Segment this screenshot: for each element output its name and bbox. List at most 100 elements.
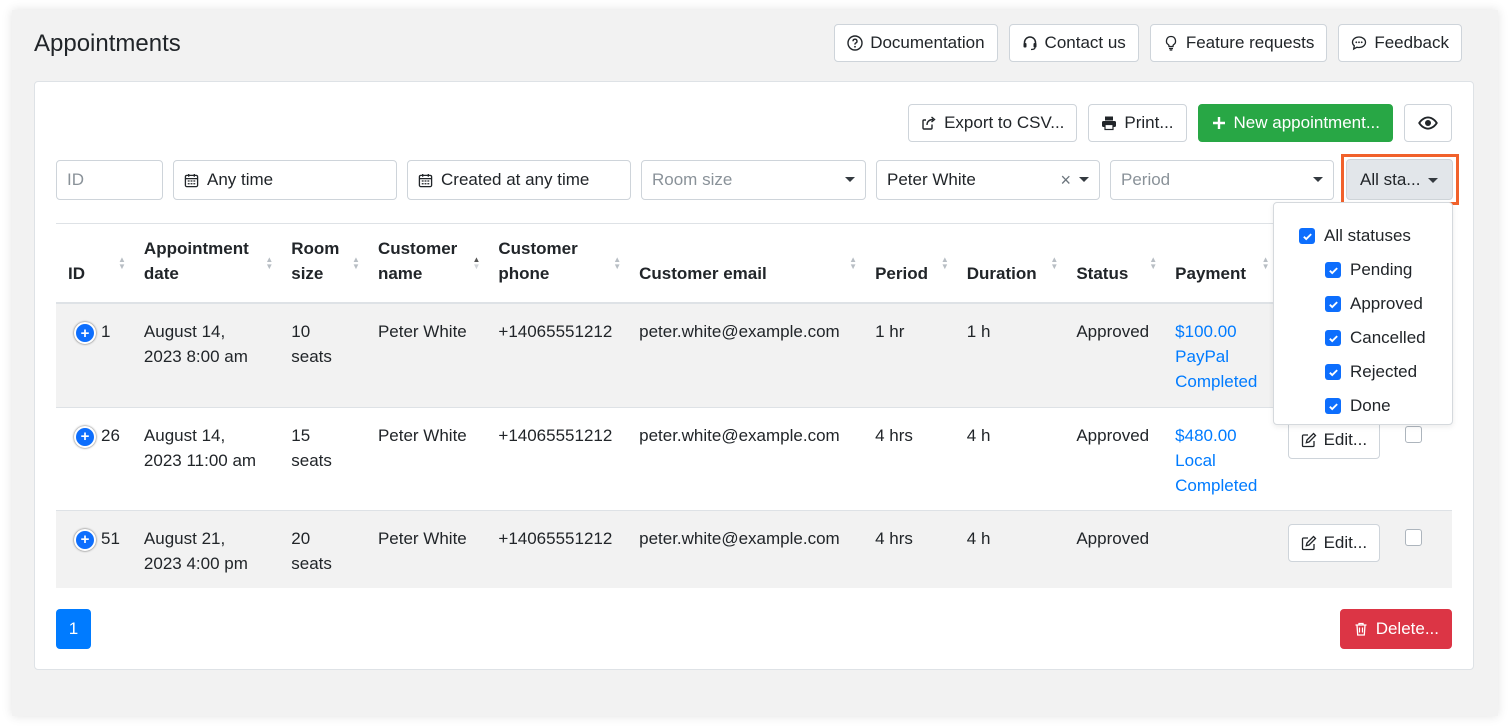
- customer-select-value: Peter White: [887, 170, 976, 189]
- sort-icon: ▲ ▼: [940, 255, 949, 271]
- delete-button[interactable]: Delete...: [1339, 609, 1452, 649]
- sort-icon: ▲ ▼: [352, 255, 360, 271]
- sort-icon: ▲ ▼: [118, 255, 126, 271]
- col-phone-header[interactable]: Customer phone ▲ ▼: [486, 224, 627, 304]
- eye-icon: [1418, 116, 1438, 130]
- calendar-icon: [184, 173, 199, 187]
- status-option-rejected[interactable]: Rejected: [1274, 355, 1452, 389]
- chat-icon: [1352, 36, 1367, 51]
- feature-requests-label: Feature requests: [1185, 33, 1315, 52]
- contact-button[interactable]: Contact us: [1008, 24, 1139, 62]
- new-appointment-button[interactable]: New appointment...: [1197, 104, 1393, 142]
- sort-icon: ▲ ▼: [849, 255, 858, 271]
- duration-cell: 4 h: [966, 425, 991, 445]
- sort-icon: ▲ ▼: [1261, 255, 1270, 271]
- column-visibility-button[interactable]: [1404, 104, 1452, 142]
- plus-icon: [1212, 117, 1225, 129]
- printer-icon: [1102, 116, 1117, 131]
- col-date-header[interactable]: Appointment date ▲ ▼: [132, 224, 279, 304]
- edit-button[interactable]: Edit...: [1287, 420, 1381, 459]
- col-name-header[interactable]: Customer name ▲ ▼: [366, 224, 486, 304]
- sort-icon: ▲ ▼: [1050, 255, 1059, 271]
- page-title: Appointments: [34, 30, 181, 57]
- date-filter-label: Any time: [207, 170, 274, 189]
- id-filter-input[interactable]: ID: [56, 160, 163, 200]
- status-filter-button[interactable]: All sta...: [1346, 159, 1453, 200]
- status-cell: Approved: [1076, 425, 1150, 445]
- feedback-button[interactable]: Feedback: [1338, 24, 1462, 62]
- customer-phone-cell: +14065551212: [498, 528, 613, 548]
- id-filter-placeholder: ID: [67, 170, 84, 189]
- status-option-done[interactable]: Done: [1274, 389, 1452, 423]
- checkbox-checked-icon[interactable]: [1325, 398, 1341, 414]
- date-filter[interactable]: Any time: [173, 160, 397, 200]
- row-select-checkbox[interactable]: [1405, 425, 1423, 443]
- status-option-approved[interactable]: Approved: [1274, 287, 1452, 321]
- checkbox-checked-icon[interactable]: [1325, 364, 1341, 380]
- payment-link[interactable]: $100.00 PayPal Completed: [1163, 303, 1275, 407]
- customer-select[interactable]: Peter White ×: [876, 160, 1100, 200]
- checkbox-checked-icon[interactable]: [1325, 262, 1341, 278]
- payment-link[interactable]: $480.00 Local Completed: [1163, 407, 1275, 510]
- lightbulb-icon: [1165, 35, 1176, 51]
- col-payment-header[interactable]: Payment ▲ ▼: [1163, 224, 1275, 304]
- header-buttons: Documentation Contact us Feature request…: [834, 24, 1462, 62]
- room-size-select[interactable]: Room size: [641, 160, 866, 200]
- feature-requests-button[interactable]: Feature requests: [1149, 24, 1328, 62]
- status-option-cancelled[interactable]: Cancelled: [1274, 321, 1452, 355]
- created-filter[interactable]: Created at any time: [407, 160, 631, 200]
- toolbar: Export to CSV... Print... New appointmen…: [908, 104, 1452, 142]
- row-select-checkbox[interactable]: [1405, 528, 1423, 546]
- table-row: +51 August 21, 2023 4:00 pm 20 seats Peter…: [56, 510, 1452, 588]
- period-cell: 1 hr: [875, 322, 905, 341]
- customer-name-cell: Peter White: [377, 528, 467, 548]
- feedback-label: Feedback: [1374, 33, 1449, 52]
- expand-row-icon[interactable]: +: [74, 528, 96, 551]
- customer-name-cell: Peter White: [377, 425, 467, 445]
- appointments-table: ID ▲ ▼ Appointment date ▲ ▼ Room size ▲ ▼ Custom…: [56, 223, 1452, 588]
- chevron-down-icon: [1428, 178, 1438, 183]
- export-icon: [922, 116, 936, 130]
- appointments-panel: Export to CSV... Print... New appointmen…: [34, 81, 1474, 670]
- documentation-button[interactable]: Documentation: [834, 24, 998, 62]
- export-csv-label: Export to CSV...: [944, 113, 1065, 132]
- period-cell: 4 hrs: [875, 425, 913, 445]
- customer-phone-cell: +14065551212: [498, 322, 613, 341]
- col-email-header[interactable]: Customer email ▲ ▼: [627, 224, 863, 304]
- col-room-header[interactable]: Room size ▲ ▼: [279, 224, 366, 304]
- customer-email-cell: peter.white@example.com: [639, 322, 840, 341]
- status-cell: Approved: [1076, 322, 1150, 341]
- customer-email-cell: peter.white@example.com: [639, 528, 840, 548]
- customer-email-cell: peter.white@example.com: [639, 425, 840, 445]
- room-size-placeholder: Room size: [652, 170, 733, 189]
- status-option-pending[interactable]: Pending: [1274, 253, 1452, 287]
- period-select[interactable]: Period: [1110, 160, 1334, 200]
- col-id-header[interactable]: ID ▲ ▼: [56, 224, 132, 304]
- expand-row-icon[interactable]: +: [74, 322, 96, 344]
- export-csv-button[interactable]: Export to CSV...: [908, 104, 1078, 142]
- sort-icon: ▲ ▼: [1149, 255, 1158, 271]
- question-circle-icon: [847, 35, 863, 51]
- checkbox-checked-icon[interactable]: [1325, 296, 1341, 312]
- edit-icon: [1301, 535, 1317, 550]
- status-dropdown-menu: All statuses Pending Approved Cancelled …: [1273, 202, 1453, 425]
- page-1-button[interactable]: 1: [56, 609, 91, 649]
- sort-icon: ▲ ▼: [613, 255, 622, 271]
- col-status-header[interactable]: Status ▲ ▼: [1064, 224, 1163, 304]
- checkbox-checked-icon[interactable]: [1325, 330, 1341, 346]
- edit-button[interactable]: Edit...: [1287, 523, 1381, 562]
- checkbox-checked-icon[interactable]: [1299, 228, 1315, 244]
- sort-icon: ▲ ▼: [265, 255, 274, 271]
- print-button[interactable]: Print...: [1088, 104, 1187, 142]
- payment-cell: [1163, 510, 1275, 588]
- created-filter-label: Created at any time: [441, 170, 590, 189]
- chevron-down-icon: [1313, 177, 1323, 182]
- headset-icon: [1023, 36, 1037, 51]
- chevron-down-icon: [845, 177, 855, 182]
- col-duration-header[interactable]: Duration ▲ ▼: [955, 224, 1065, 304]
- contact-label: Contact us: [1044, 33, 1126, 52]
- status-option-all[interactable]: All statuses: [1274, 219, 1452, 253]
- col-period-header[interactable]: Period ▲ ▼: [863, 224, 955, 304]
- expand-row-icon[interactable]: +: [74, 425, 96, 448]
- clear-icon[interactable]: ×: [1060, 170, 1071, 191]
